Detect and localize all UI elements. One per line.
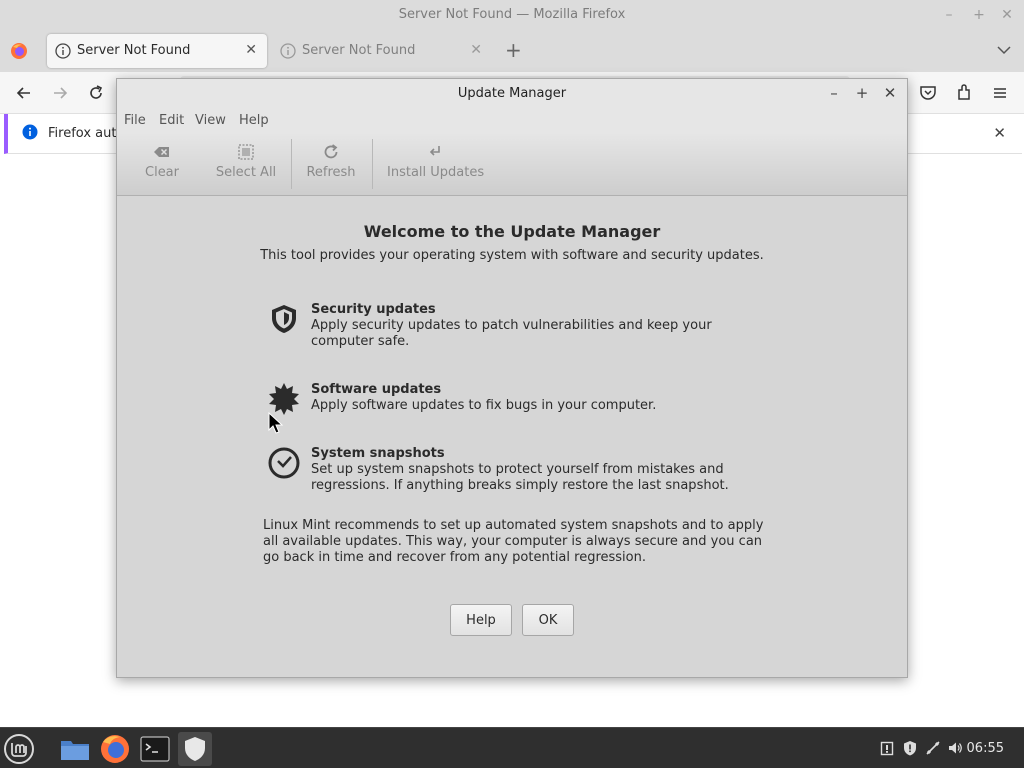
feature-description: Set up system snapshots to protect yours…	[311, 462, 729, 493]
toolbar-separator	[372, 139, 373, 189]
badge-icon	[269, 383, 299, 415]
notification-close-icon[interactable]: ✕	[993, 124, 1006, 142]
update-manager-window: Update Manager – + ✕ File Edit View Help…	[116, 78, 908, 678]
refresh-button[interactable]: Refresh	[303, 139, 359, 189]
firefox-minimize-button[interactable]: –	[940, 6, 958, 24]
update-shield-icon[interactable]	[902, 740, 918, 756]
clear-button[interactable]: Clear	[131, 139, 193, 189]
forward-icon[interactable]	[50, 83, 70, 103]
refresh-icon	[324, 144, 338, 159]
menu-bar: File Edit View Help	[117, 109, 907, 133]
recommendation-text: Linux Mint recommends to set up automate…	[263, 518, 764, 565]
notification-text: Firefox auto	[48, 126, 125, 141]
menu-help[interactable]: Help	[239, 113, 269, 128]
feature-title: System snapshots	[311, 446, 445, 461]
menu-edit[interactable]: Edit	[159, 113, 184, 128]
firefox-tabbar: Server Not Found ✕ Server Not Found ✕ +	[0, 30, 1024, 72]
feature-description: Apply software updates to fix bugs in yo…	[311, 398, 657, 413]
um-close-button[interactable]: ✕	[881, 84, 899, 102]
clear-label: Clear	[145, 165, 179, 180]
um-maximize-button[interactable]: +	[853, 84, 871, 102]
new-tab-button[interactable]: +	[505, 38, 522, 62]
network-disconnected-icon[interactable]	[925, 740, 941, 756]
ok-button[interactable]: OK	[522, 604, 574, 636]
clock[interactable]: 06:55	[967, 741, 1004, 756]
terminal-icon[interactable]	[138, 732, 172, 766]
reload-icon[interactable]	[86, 83, 106, 103]
install-arrow-icon	[429, 146, 440, 156]
select-all-icon	[238, 144, 254, 160]
back-icon[interactable]	[14, 83, 34, 103]
folder-icon[interactable]	[58, 732, 92, 766]
install-updates-button[interactable]: Install Updates	[387, 139, 485, 189]
update-manager-taskbar-item[interactable]	[178, 732, 212, 766]
info-icon	[55, 43, 71, 59]
mouse-cursor-icon	[268, 412, 284, 434]
clock-icon	[268, 447, 300, 479]
um-minimize-button[interactable]: –	[825, 84, 843, 102]
welcome-subtitle: This tool provides your operating system…	[260, 248, 764, 263]
tab-close-icon[interactable]: ✕	[470, 42, 482, 58]
toolbar-separator	[291, 139, 292, 189]
info-icon	[280, 43, 296, 59]
pocket-icon[interactable]	[918, 83, 938, 103]
volume-icon[interactable]	[947, 740, 963, 756]
shield-icon	[272, 305, 296, 333]
firefox-maximize-button[interactable]: +	[970, 6, 988, 24]
firefox-close-button[interactable]: ✕	[998, 6, 1016, 24]
welcome-panel: Welcome to the Update Manager This tool …	[117, 197, 907, 679]
menu-file[interactable]: File	[124, 113, 146, 128]
feature-description: Apply security updates to patch vulnerab…	[311, 318, 712, 349]
tab-close-icon[interactable]: ✕	[245, 42, 257, 58]
clipboard-icon[interactable]	[879, 740, 895, 756]
extensions-icon[interactable]	[954, 83, 974, 103]
tab-label: Server Not Found	[77, 43, 191, 58]
feature-title: Software updates	[311, 382, 442, 397]
chevron-down-icon[interactable]	[996, 42, 1012, 58]
welcome-title: Welcome to the Update Manager	[363, 222, 661, 241]
install-updates-label: Install Updates	[387, 165, 485, 180]
refresh-label: Refresh	[306, 165, 356, 180]
menu-view[interactable]: View	[195, 113, 226, 128]
toolbar: Clear Select All Refresh Install Updates	[117, 133, 907, 196]
info-icon	[22, 124, 38, 140]
select-all-button[interactable]: Select All	[213, 139, 279, 189]
firefox-titlebar: Server Not Found — Mozilla Firefox – + ✕	[0, 0, 1024, 30]
mint-menu-icon[interactable]	[2, 732, 36, 766]
hamburger-menu-icon[interactable]	[990, 83, 1010, 103]
select-all-label: Select All	[215, 165, 277, 180]
update-manager-titlebar: Update Manager – + ✕	[117, 79, 907, 109]
tab-server-not-found-1[interactable]: Server Not Found ✕	[47, 34, 267, 68]
help-button[interactable]: Help	[450, 604, 512, 636]
tab-label: Server Not Found	[302, 43, 416, 58]
shield-icon	[185, 737, 205, 761]
clear-icon	[154, 147, 169, 157]
tab-server-not-found-2[interactable]: Server Not Found ✕	[272, 34, 492, 68]
firefox-taskbar-icon[interactable]	[98, 732, 132, 766]
feature-title: Security updates	[311, 302, 436, 317]
firefox-window-title: Server Not Found — Mozilla Firefox	[398, 7, 626, 22]
update-manager-title: Update Manager	[457, 86, 567, 101]
firefox-logo-icon[interactable]	[10, 42, 28, 60]
taskbar: 06:55	[0, 727, 1024, 768]
